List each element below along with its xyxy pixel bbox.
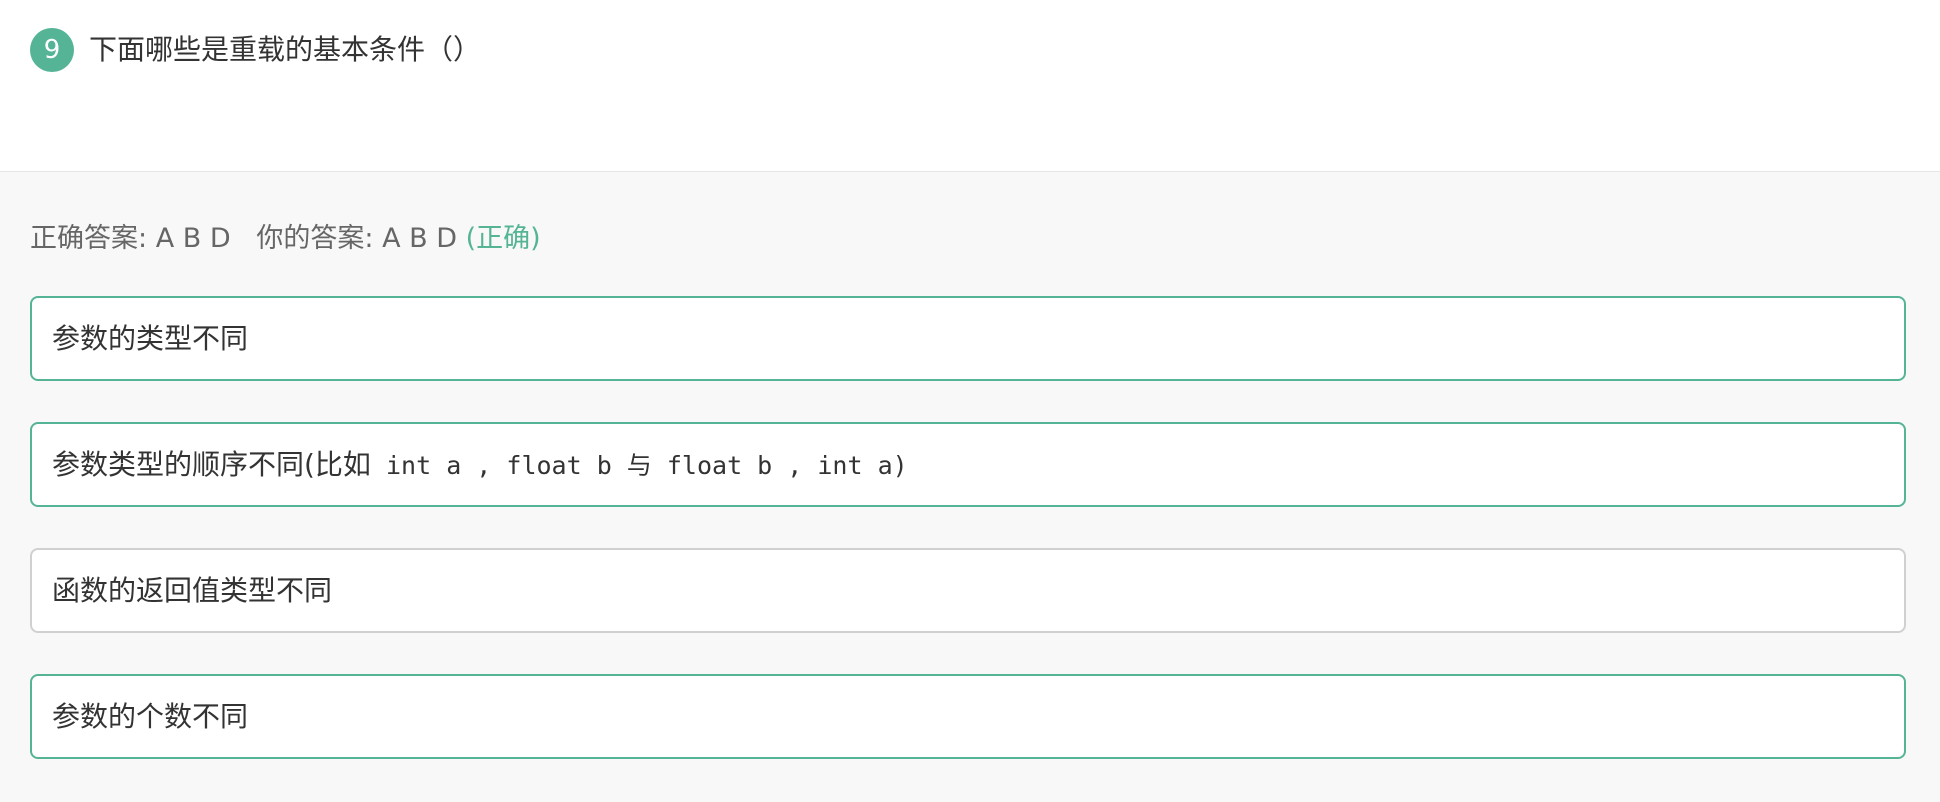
option-a-text: 参数的类型不同 <box>52 322 249 355</box>
your-answer-label: 你的答案: <box>256 223 383 254</box>
correct-answer-value: A B D <box>155 223 231 254</box>
option-d[interactable]: 参数的个数不同 <box>30 674 1906 759</box>
option-b-text-prefix: 参数类型的顺序不同(比如 <box>52 448 371 481</box>
option-d-text: 参数的个数不同 <box>52 700 249 733</box>
option-a[interactable]: 参数的类型不同 <box>30 296 1906 381</box>
correct-answer-label: 正确答案: <box>30 223 156 254</box>
option-b-code: int a , float b 与 float b , int a) <box>370 451 908 480</box>
answer-status: (正确) <box>465 223 541 254</box>
question-text: 下面哪些是重载的基本条件（） <box>89 33 482 66</box>
option-b[interactable]: 参数类型的顺序不同(比如 int a , float b 与 float b ,… <box>30 422 1906 507</box>
option-c-text: 函数的返回值类型不同 <box>52 574 333 607</box>
answer-summary: 正确答案: A B D 你的答案: A B D (正确) <box>30 219 541 259</box>
question-number-badge: 9 <box>30 28 74 72</box>
answer-area: 正确答案: A B D 你的答案: A B D (正确) 参数的类型不同 参数类… <box>0 172 1940 802</box>
your-answer-value: A B D <box>382 223 458 254</box>
option-c[interactable]: 函数的返回值类型不同 <box>30 548 1906 633</box>
question-header: 9 下面哪些是重载的基本条件（） <box>0 0 1940 172</box>
option-b-text: 参数类型的顺序不同(比如 int a , float b 与 float b ,… <box>52 424 908 505</box>
